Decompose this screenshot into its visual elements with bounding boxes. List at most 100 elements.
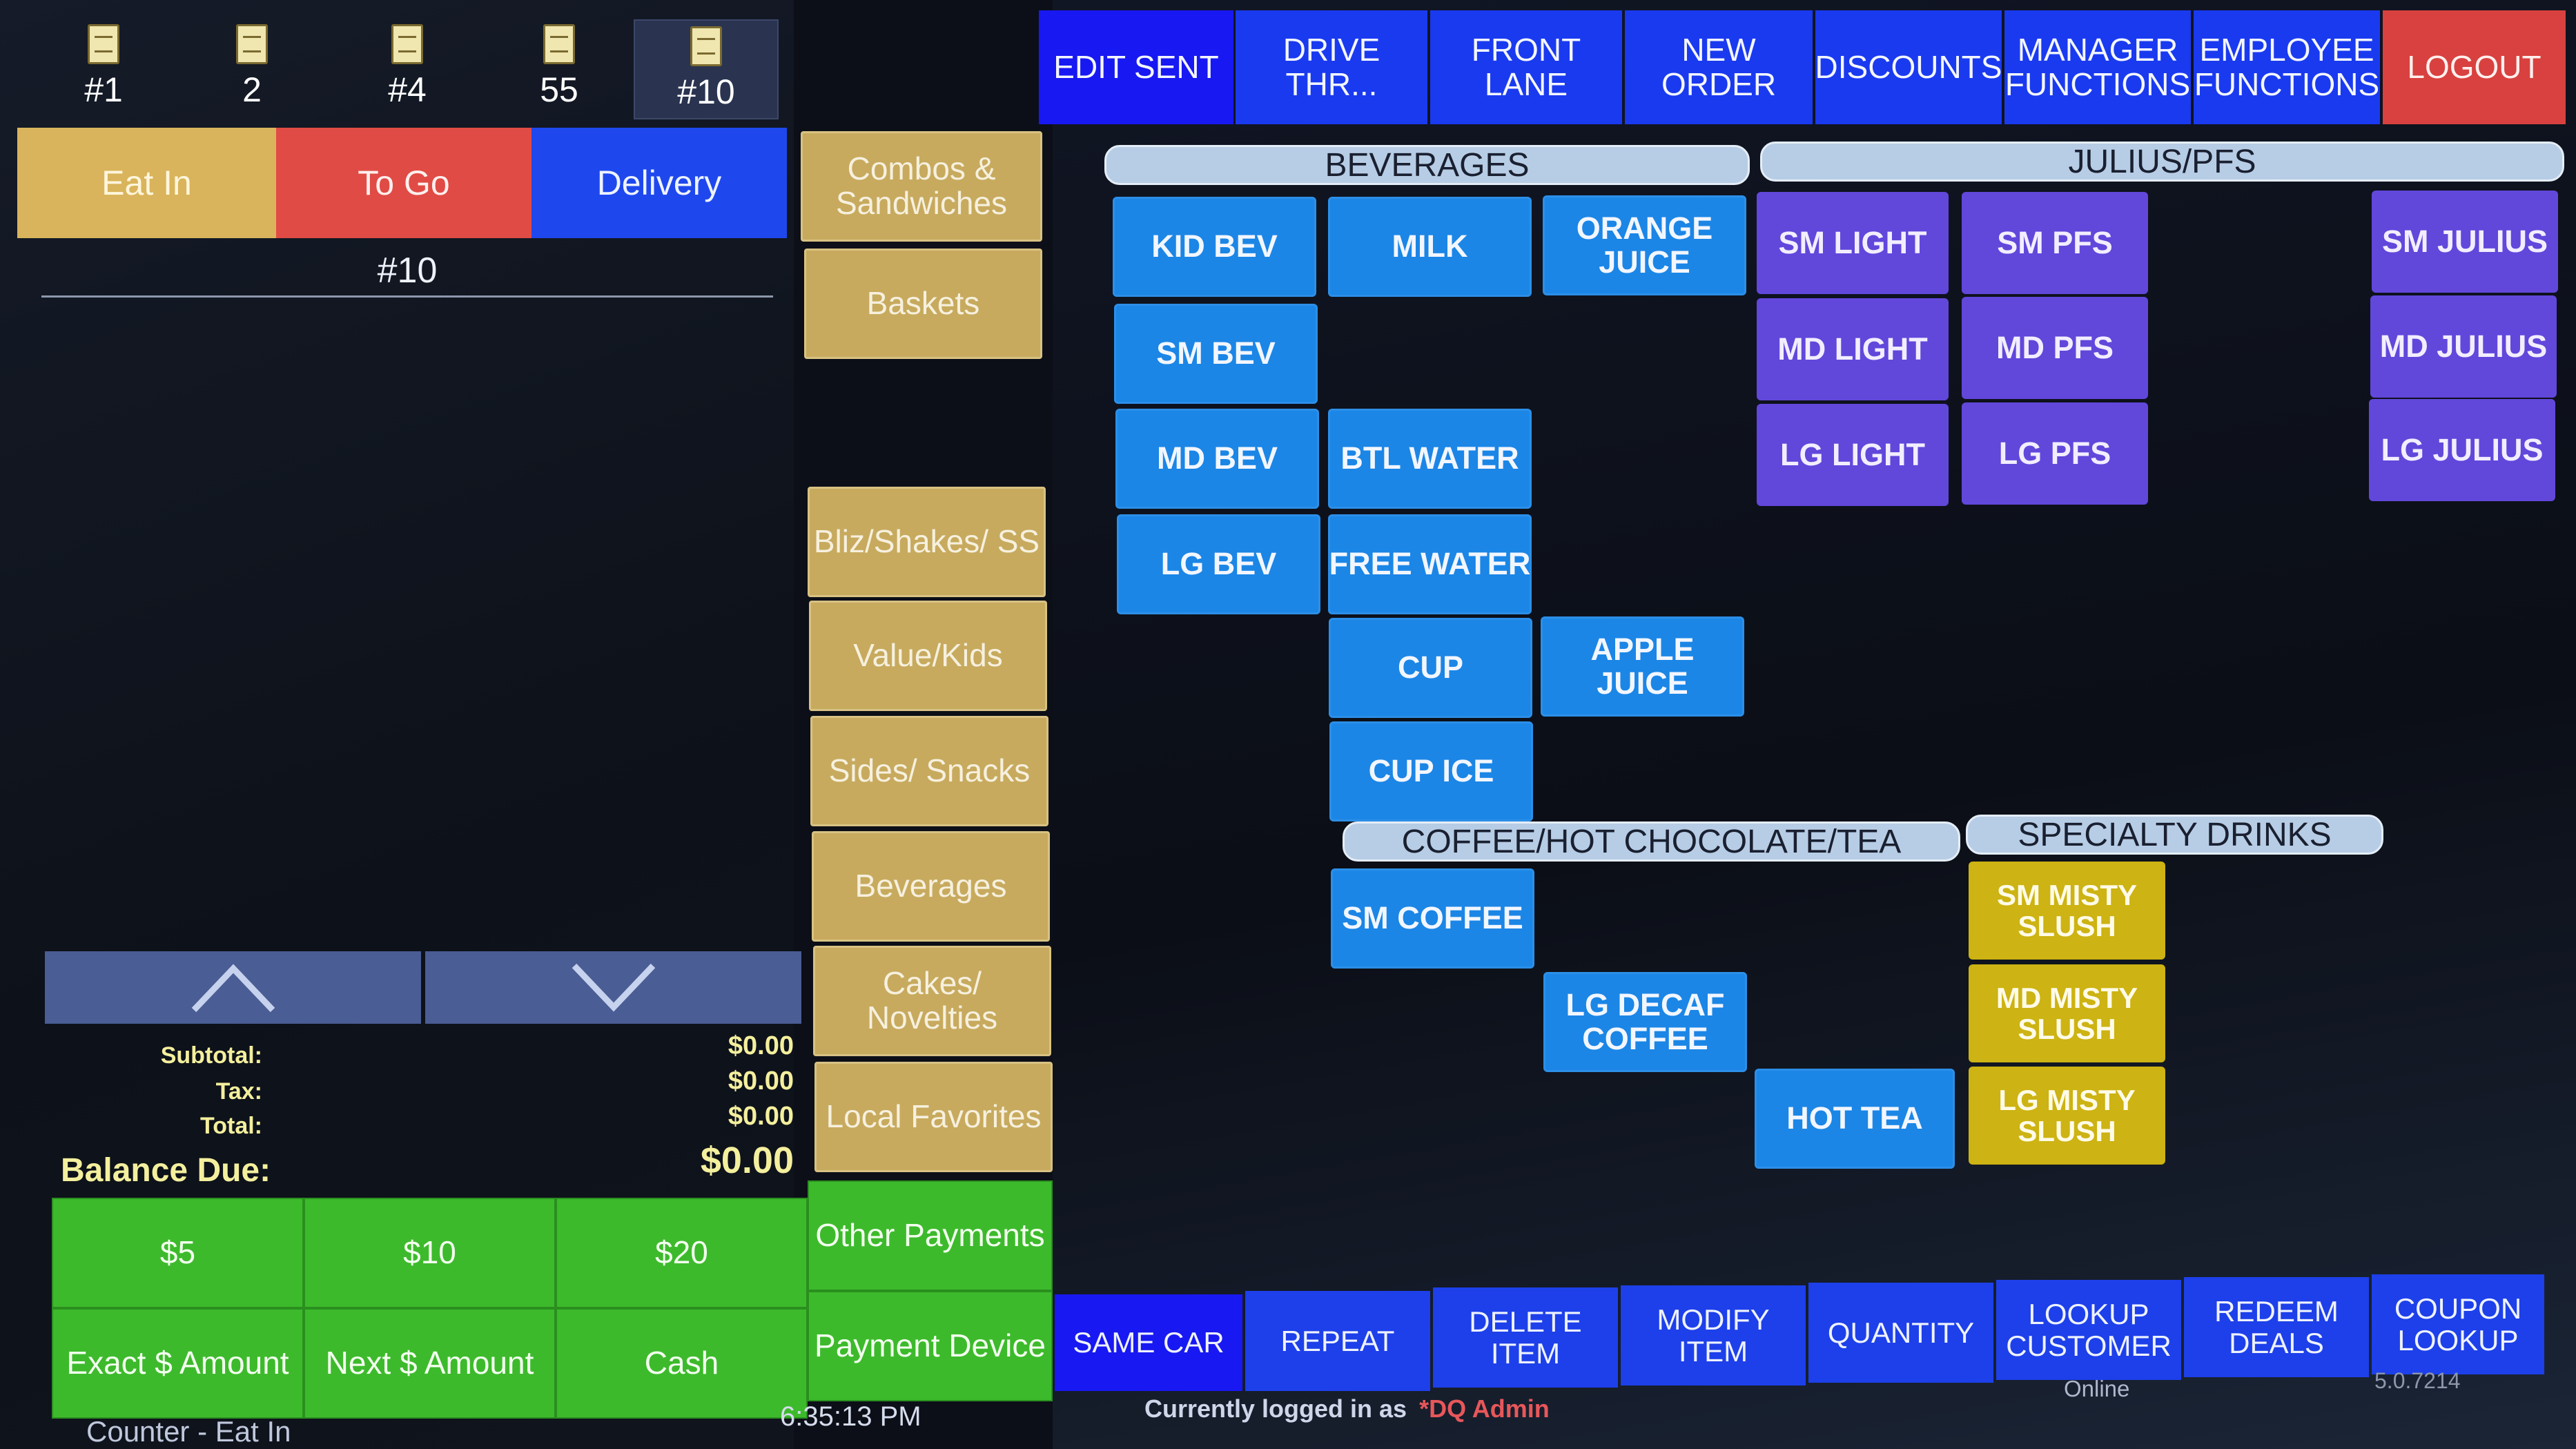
apple-juice-button[interactable]: APPLE JUICE [1541, 616, 1744, 717]
order-tab-label: 55 [540, 70, 578, 109]
manager-functions-button[interactable]: MANAGER FUNCTIONS [2004, 10, 2191, 124]
exact-amount-button[interactable]: Exact $ Amount [52, 1308, 304, 1419]
scroll-down-button[interactable] [425, 951, 801, 1024]
balance-due-label: Balance Due: [61, 1152, 271, 1189]
mode-status: Counter - Eat In [86, 1415, 291, 1448]
category-beverages[interactable]: Beverages [812, 831, 1050, 942]
kid-bev-button[interactable]: KID BEV [1113, 197, 1316, 297]
header-beverages: BEVERAGES [1104, 145, 1750, 185]
edit-sent-button[interactable]: EDIT SENT [1039, 10, 1233, 124]
clock: 6:35:13 PM [780, 1401, 921, 1432]
lg-light-button[interactable]: LG LIGHT [1757, 404, 1949, 506]
orange-juice-button[interactable]: ORANGE JUICE [1543, 195, 1746, 295]
sm-pfs-button[interactable]: SM PFS [1962, 192, 2148, 294]
sm-light-button[interactable]: SM LIGHT [1757, 192, 1949, 294]
repeat-button[interactable]: REPEAT [1245, 1291, 1430, 1391]
current-order-number: #10 [377, 251, 438, 291]
hot-tea-button[interactable]: HOT TEA [1755, 1069, 1955, 1169]
payment-device-button[interactable]: Payment Device [808, 1291, 1053, 1401]
redeem-deals-button[interactable]: REDEEM DEALS [2184, 1277, 2369, 1377]
order-ticket-icon [391, 24, 423, 64]
version-label: 5.0.7214 [2374, 1368, 2461, 1393]
btl-water-button[interactable]: BTL WATER [1328, 409, 1532, 509]
chevron-up-icon [191, 963, 275, 1012]
employee-functions-button[interactable]: EMPLOYEE FUNCTIONS [2194, 10, 2380, 124]
subtotal-value: $0.00 [728, 1031, 794, 1060]
balance-due-value: $0.00 [700, 1140, 794, 1181]
lookup-customer-button[interactable]: LOOKUP CUSTOMER [1996, 1280, 2181, 1380]
category-local-favorites[interactable]: Local Favorites [814, 1062, 1053, 1172]
lg-decaf-coffee-button[interactable]: LG DECAF COFFEE [1543, 972, 1747, 1072]
logout-button[interactable]: LOGOUT [2383, 10, 2566, 124]
category-combos[interactable]: Combos & Sandwiches [801, 131, 1042, 242]
delivery-button[interactable]: Delivery [531, 128, 787, 238]
header-julius-pfs: JULIUS/PFS [1760, 142, 2564, 182]
order-tab-2[interactable]: 2 [211, 24, 293, 114]
order-ticket-icon [690, 26, 722, 66]
order-tab-label: 2 [242, 70, 262, 109]
order-ticket-icon [88, 24, 119, 64]
order-tab-label: #4 [388, 70, 427, 109]
order-tab-55[interactable]: 55 [518, 24, 601, 114]
delete-item-button[interactable]: DELETE ITEM [1433, 1287, 1618, 1388]
sm-julius-button[interactable]: SM JULIUS [2372, 191, 2558, 293]
category-blizzards[interactable]: Bliz/Shakes/ SS [808, 487, 1046, 597]
sm-bev-button[interactable]: SM BEV [1114, 304, 1318, 404]
milk-button[interactable]: MILK [1328, 197, 1532, 297]
other-payments-button[interactable]: Other Payments [808, 1180, 1053, 1291]
md-bev-button[interactable]: MD BEV [1115, 409, 1319, 509]
cash-button[interactable]: Cash [556, 1308, 808, 1419]
quantity-button[interactable]: QUANTITY [1808, 1283, 1993, 1383]
pay-10-button[interactable]: $10 [304, 1198, 556, 1308]
order-tab-1[interactable]: #1 [62, 24, 145, 114]
category-baskets[interactable]: Baskets [804, 249, 1042, 359]
lg-julius-button[interactable]: LG JULIUS [2369, 399, 2555, 501]
lg-misty-slush-button[interactable]: LG MISTY SLUSH [1969, 1067, 2165, 1165]
total-value: $0.00 [728, 1102, 794, 1131]
free-water-button[interactable]: FREE WATER [1328, 514, 1532, 614]
order-tab-label: #1 [84, 70, 123, 109]
login-user: *DQ Admin [1419, 1394, 1550, 1423]
new-order-button[interactable]: NEW ORDER [1625, 10, 1813, 124]
to-go-button[interactable]: To Go [276, 128, 531, 238]
cup-button[interactable]: CUP [1329, 618, 1532, 718]
eat-in-button[interactable]: Eat In [17, 128, 276, 238]
drive-thru-button[interactable]: DRIVE THR... [1236, 10, 1427, 124]
tax-label: Tax: [215, 1078, 262, 1105]
md-light-button[interactable]: MD LIGHT [1757, 298, 1949, 400]
pay-20-button[interactable]: $20 [556, 1198, 808, 1308]
front-lane-button[interactable]: FRONT LANE [1430, 10, 1622, 124]
chevron-down-icon [572, 963, 655, 1012]
tax-value: $0.00 [728, 1067, 794, 1096]
next-amount-button[interactable]: Next $ Amount [304, 1308, 556, 1419]
header-coffee: COFFEE/HOT CHOCOLATE/TEA [1343, 821, 1960, 862]
category-sides[interactable]: Sides/ Snacks [810, 716, 1048, 826]
same-car-button[interactable]: SAME CAR [1055, 1294, 1242, 1391]
pay-5-button[interactable]: $5 [52, 1198, 304, 1308]
order-divider [41, 295, 773, 298]
lg-bev-button[interactable]: LG BEV [1117, 514, 1320, 614]
md-misty-slush-button[interactable]: MD MISTY SLUSH [1969, 964, 2165, 1062]
order-ticket-icon [543, 24, 575, 64]
order-ticket-icon [236, 24, 268, 64]
cup-ice-button[interactable]: CUP ICE [1329, 721, 1533, 821]
category-value-kids[interactable]: Value/Kids [809, 601, 1047, 711]
total-label: Total: [199, 1113, 262, 1139]
order-tab-4[interactable]: #4 [366, 24, 449, 114]
sm-misty-slush-button[interactable]: SM MISTY SLUSH [1969, 862, 2165, 960]
discounts-button[interactable]: DISCOUNTS [1815, 10, 2002, 124]
order-tab-10-active[interactable]: #10 [634, 19, 779, 119]
md-pfs-button[interactable]: MD PFS [1962, 297, 2148, 399]
sm-coffee-button[interactable]: SM COFFEE [1331, 868, 1534, 969]
md-julius-button[interactable]: MD JULIUS [2370, 295, 2557, 398]
coupon-lookup-button[interactable]: COUPON LOOKUP [2372, 1274, 2544, 1374]
online-status: Online [2064, 1376, 2130, 1401]
subtotal-label: Subtotal: [160, 1042, 262, 1069]
category-cakes[interactable]: Cakes/ Novelties [813, 946, 1051, 1056]
login-prefix: Currently logged in as [1144, 1394, 1407, 1423]
login-status: Currently logged in as *DQ Admin [1144, 1394, 1766, 1423]
lg-pfs-button[interactable]: LG PFS [1962, 402, 2148, 505]
modify-item-button[interactable]: MODIFY ITEM [1621, 1285, 1806, 1385]
header-specialty: SPECIALTY DRINKS [1966, 815, 2383, 855]
scroll-up-button[interactable] [45, 951, 421, 1024]
